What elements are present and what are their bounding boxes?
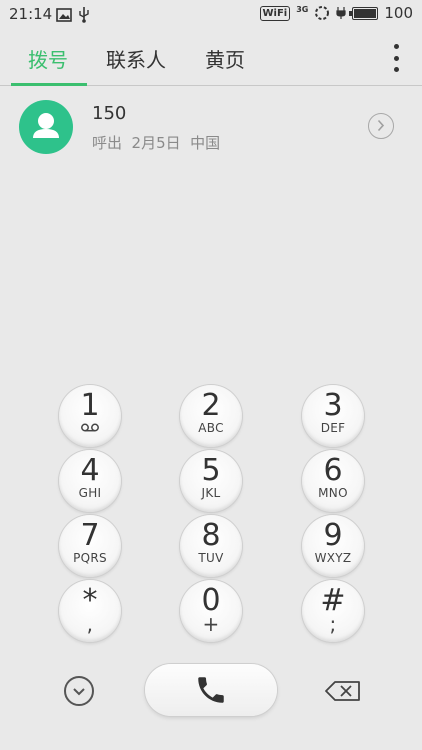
- dialpad-key-5[interactable]: 5 JKL: [180, 450, 242, 512]
- key-digit: 4: [80, 453, 100, 488]
- key-letters: TUV: [198, 551, 224, 565]
- key-digit: 2: [201, 388, 221, 423]
- dialpad-key-6[interactable]: 6 MNO: [302, 450, 364, 512]
- key-letters: ,: [86, 612, 94, 636]
- more-options-icon[interactable]: [392, 44, 400, 72]
- key-digit: 6: [323, 453, 343, 488]
- chevron-down-icon: [73, 688, 85, 696]
- status-time: 21:14: [9, 5, 53, 23]
- key-digit: 1: [80, 388, 100, 423]
- call-detail-icon[interactable]: [368, 113, 394, 139]
- key-letters: JKL: [201, 486, 221, 500]
- dialpad-key-0[interactable]: 0 +: [180, 580, 242, 642]
- key-letters: PQRS: [73, 551, 107, 565]
- network-type-label: 3G: [296, 4, 309, 14]
- key-letters: WXYZ: [314, 551, 352, 565]
- key-digit: 3: [323, 388, 343, 423]
- key-letters: GHI: [78, 486, 102, 500]
- collapse-dialpad-button[interactable]: [64, 676, 94, 706]
- dialpad-key-2[interactable]: 2 ABC: [180, 385, 242, 447]
- recent-call-item[interactable]: 150 呼出 2月5日 中国: [0, 86, 422, 168]
- key-letters: ABC: [198, 421, 224, 435]
- dialpad-key-star[interactable]: * ,: [59, 580, 121, 642]
- data-sync-icon: [315, 6, 330, 20]
- key-letters: ;: [329, 612, 337, 636]
- key-digit: 8: [201, 518, 221, 553]
- voicemail-icon: [81, 423, 99, 432]
- usb-icon: [79, 7, 89, 23]
- person-icon: [33, 113, 59, 138]
- phone-icon: [198, 677, 224, 703]
- dialpad-key-3[interactable]: 3 DEF: [302, 385, 364, 447]
- battery-icon: [349, 6, 379, 20]
- recent-call-meta: 呼出 2月5日 中国: [92, 134, 221, 152]
- key-digit: 5: [201, 453, 221, 488]
- status-bar: 21:14 WiFi 3G 100: [0, 0, 422, 30]
- tab-yellow-pages[interactable]: 黄页: [205, 44, 245, 73]
- dialpad-key-7[interactable]: 7 PQRS: [59, 515, 121, 577]
- call-button[interactable]: [145, 664, 277, 716]
- key-letters: DEF: [320, 421, 346, 435]
- charging-plug-icon: [336, 7, 346, 19]
- dialpad-key-1[interactable]: 1: [59, 385, 121, 447]
- recent-call-number: 150: [92, 103, 127, 124]
- tab-bar: 拨号 联系人 黄页: [0, 30, 422, 86]
- key-letters: +: [202, 612, 220, 636]
- tab-dial[interactable]: 拨号: [28, 44, 68, 73]
- contact-avatar: [19, 100, 73, 154]
- dialpad-key-4[interactable]: 4 GHI: [59, 450, 121, 512]
- battery-level: 100: [384, 4, 413, 22]
- dialpad-key-hash[interactable]: # ;: [302, 580, 364, 642]
- tab-contacts[interactable]: 联系人: [106, 44, 166, 73]
- backspace-icon[interactable]: [325, 681, 361, 701]
- key-letters: MNO: [318, 486, 348, 500]
- dialpad-key-8[interactable]: 8 TUV: [180, 515, 242, 577]
- image-notification-icon: [56, 7, 72, 22]
- wifi-icon: WiFi: [259, 5, 291, 21]
- dialpad-key-9[interactable]: 9 WXYZ: [302, 515, 364, 577]
- key-digit: 9: [323, 518, 343, 553]
- key-digit: 7: [80, 518, 100, 553]
